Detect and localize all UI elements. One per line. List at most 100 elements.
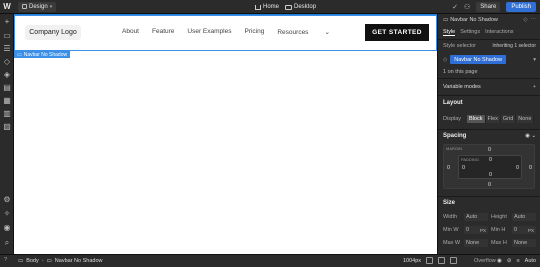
- tab-interactions[interactable]: Interactions: [485, 29, 513, 36]
- help-icon[interactable]: ?: [4, 257, 7, 263]
- variable-modes-row[interactable]: Variable modes +: [443, 84, 536, 90]
- display-row: Display Block Flex Grid None: [443, 115, 536, 123]
- selector-field[interactable]: ◇ Navbar No Shadow ▾: [443, 55, 536, 64]
- breadcrumb-body[interactable]: Body: [26, 258, 39, 264]
- styles-icon[interactable]: ▤: [3, 84, 11, 92]
- spacing-header[interactable]: Spacing ◉ ⌄: [443, 133, 536, 139]
- height-label: Height: [491, 214, 507, 220]
- variables-icon[interactable]: ◈: [3, 71, 11, 79]
- display-flex-option[interactable]: Flex: [485, 115, 501, 123]
- ecommerce-icon[interactable]: ▥: [3, 110, 11, 118]
- audit-icon[interactable]: ✧: [3, 210, 11, 218]
- size-header[interactable]: Size: [443, 200, 536, 206]
- navbar[interactable]: Company Logo About Feature User Examples…: [14, 15, 437, 51]
- preview-icon[interactable]: [426, 257, 434, 264]
- margin-bottom-value[interactable]: 0: [488, 182, 491, 188]
- cms-icon[interactable]: ▦: [3, 97, 11, 105]
- margin-right-value[interactable]: 0: [529, 165, 532, 171]
- add-icon[interactable]: +: [3, 18, 11, 26]
- nav-link-pricing[interactable]: Pricing: [244, 28, 264, 36]
- padding-right-value[interactable]: 0: [516, 165, 519, 171]
- get-started-button[interactable]: GET STARTED: [365, 24, 429, 41]
- margin-top-value[interactable]: 0: [488, 147, 491, 153]
- element-icon: ▭: [443, 17, 449, 23]
- company-logo[interactable]: Company Logo: [25, 25, 81, 40]
- assets-icon[interactable]: ▨: [3, 123, 11, 131]
- overflow-auto-option[interactable]: Auto: [525, 258, 536, 264]
- design-icon: [22, 4, 27, 9]
- divider: [438, 78, 540, 79]
- design-mode-button[interactable]: Design ▾: [18, 1, 57, 12]
- max-size-row: Max W None Max H None: [443, 239, 536, 247]
- min-width-label: Min W: [443, 227, 459, 233]
- max-height-label: Max H: [491, 240, 507, 246]
- webflow-logo-icon[interactable]: W: [0, 0, 14, 14]
- users-icon[interactable]: ⚇: [464, 3, 470, 11]
- min-height-unit[interactable]: PX: [528, 228, 534, 233]
- page-select-button[interactable]: Home: [255, 4, 279, 10]
- nav-link-about[interactable]: About: [122, 28, 139, 36]
- bottom-bar: ? ▭ Body › ▭ Navbar No Shadow 1004px Ove…: [0, 254, 540, 267]
- undo-icon[interactable]: [438, 257, 446, 264]
- overflow-hidden-icon[interactable]: ⊘: [507, 258, 512, 264]
- layout-header[interactable]: Layout: [443, 100, 536, 106]
- inheriting-text[interactable]: Inheriting 1 selector: [492, 43, 536, 49]
- search-icon[interactable]: ⌕: [3, 239, 11, 247]
- display-block-option[interactable]: Block: [467, 115, 486, 123]
- redo-icon[interactable]: [450, 257, 458, 264]
- add-icon[interactable]: +: [533, 84, 536, 90]
- check-icon[interactable]: ✓: [452, 3, 458, 11]
- tab-style[interactable]: Style: [443, 29, 456, 36]
- min-height-input[interactable]: 0 PX: [512, 226, 536, 234]
- component-icon: ◇: [443, 56, 448, 63]
- padding-left-value[interactable]: 0: [462, 165, 465, 171]
- settings-icon[interactable]: ⚙: [3, 196, 11, 204]
- record-icon[interactable]: ◉: [3, 224, 11, 232]
- tab-settings[interactable]: Settings: [460, 29, 480, 36]
- component-icon[interactable]: ◇: [523, 17, 527, 23]
- height-value: Auto: [514, 214, 526, 220]
- share-button[interactable]: Share: [476, 2, 501, 12]
- left-toolbar: + ▭ ☰ ◇ ◈ ▤ ▦ ▥ ▨ ⚙ ✧ ◉ ⌕: [0, 14, 14, 254]
- min-width-unit[interactable]: PX: [480, 228, 486, 233]
- breakpoint-button[interactable]: Desktop: [285, 4, 316, 10]
- chevron-down-icon[interactable]: ▾: [533, 57, 536, 63]
- selector-chip[interactable]: Navbar No Shadow: [450, 55, 506, 64]
- layout-title: Layout: [443, 100, 463, 106]
- width-label: Width: [443, 214, 458, 220]
- overflow-scroll-icon[interactable]: ≡: [516, 258, 519, 264]
- chevron-down-icon: ▾: [49, 3, 53, 10]
- breadcrumb-navbar[interactable]: Navbar No Shadow: [55, 258, 103, 264]
- margin-label: MARGIN: [446, 146, 462, 151]
- spacing-options-icon[interactable]: ◉ ⌄: [525, 133, 536, 139]
- pages-icon[interactable]: ▭: [3, 32, 11, 40]
- design-canvas[interactable]: Company Logo About Feature User Examples…: [14, 14, 437, 254]
- variable-modes-label: Variable modes: [443, 84, 481, 90]
- components-icon[interactable]: ◇: [3, 58, 11, 66]
- margin-box[interactable]: MARGIN 0 0 0 0 PADDING 0 0 0 0: [443, 144, 535, 189]
- margin-left-value[interactable]: 0: [447, 165, 450, 171]
- max-height-input[interactable]: None: [512, 239, 536, 247]
- nav-link-feature[interactable]: Feature: [152, 28, 174, 36]
- max-width-input[interactable]: None: [464, 239, 488, 247]
- min-height-label: Min H: [491, 227, 506, 233]
- display-none-option[interactable]: None: [516, 115, 535, 123]
- padding-top-value[interactable]: 0: [489, 157, 492, 163]
- nav-link-resources[interactable]: Resources ⌄: [277, 28, 343, 37]
- nav-link-user-examples[interactable]: User Examples: [187, 28, 231, 36]
- overflow-visible-icon[interactable]: ◉: [497, 258, 502, 264]
- navigator-icon[interactable]: ☰: [3, 45, 11, 53]
- nav-links: About Feature User Examples Pricing Reso…: [122, 28, 356, 36]
- more-icon[interactable]: ⋯: [531, 17, 537, 23]
- padding-box[interactable]: PADDING 0 0 0 0: [458, 155, 522, 179]
- width-input[interactable]: Auto: [464, 213, 488, 221]
- display-grid-option[interactable]: Grid: [500, 115, 517, 123]
- padding-bottom-value[interactable]: 0: [489, 172, 492, 178]
- height-input[interactable]: Auto: [512, 213, 536, 221]
- publish-button[interactable]: Publish: [506, 2, 536, 12]
- breakpoint-label: Desktop: [294, 4, 317, 10]
- max-width-label: Max W: [443, 240, 461, 246]
- min-width-input[interactable]: 0 PX: [464, 226, 488, 234]
- style-selector-row: Style selector Inheriting 1 selector: [443, 43, 536, 49]
- selection-tag[interactable]: ▭ Navbar No Shadow: [14, 51, 71, 58]
